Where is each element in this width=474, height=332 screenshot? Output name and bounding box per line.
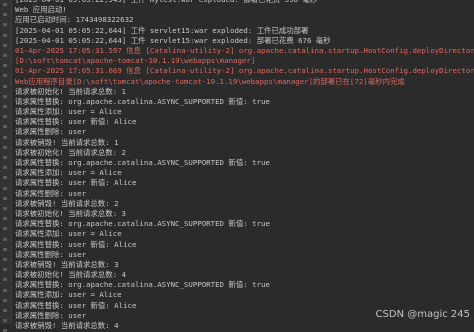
console-line: [2025-04-01 05:05:22,644] 工件 servlet15:w… <box>15 35 331 45</box>
console-line: 请求被初始化! 当前请求总数: 3 <box>15 208 126 218</box>
gutter-marker <box>3 258 7 261</box>
gutter-marker <box>3 23 7 27</box>
gutter-marker <box>3 227 7 231</box>
gutter-marker <box>3 84 7 88</box>
gutter-marker <box>3 298 7 302</box>
console-line: 请求属性删除: user <box>15 188 87 198</box>
console-line: 应用已启动时间: 1743498322632 <box>15 15 134 25</box>
console-line: 请求属性添加: user = Alice <box>15 107 122 117</box>
console-line: 请求属性替换: user 新值: Alice <box>15 239 137 249</box>
console-line: 请求属性替换: org.apache.catalina.ASYNC_SUPPOR… <box>15 219 270 229</box>
gutter-marker <box>3 278 7 282</box>
console-line: 请求被销毁! 当前请求总数: 4 <box>15 321 119 330</box>
console-line: [2025-04-01 05:05:22,644] 工件 servlet15:w… <box>15 25 309 35</box>
gutter-marker <box>3 43 7 47</box>
console-line: 请求属性删除: user <box>15 127 87 137</box>
console-gutter <box>0 0 12 332</box>
console-line: 请求属性替换: org.apache.catalina.ASYNC_SUPPOR… <box>15 96 270 106</box>
console-line: 请求被销毁! 当前请求总数: 1 <box>15 137 119 147</box>
gutter-marker <box>3 247 7 251</box>
gutter-marker <box>3 145 7 149</box>
console-line: 请求被初始化! 当前请求总数: 1 <box>15 86 126 96</box>
console-line: 请求被初始化! 当前请求总数: 4 <box>15 270 126 280</box>
gutter-marker <box>3 176 7 180</box>
console-line: 请求属性删除: user <box>15 249 87 259</box>
console-line: 请求属性替换: org.apache.catalina.ASYNC_SUPPOR… <box>15 158 270 167</box>
console-line: 请求属性添加: user = Alice <box>15 168 122 178</box>
gutter-marker <box>3 196 7 200</box>
gutter-marker <box>3 237 7 241</box>
gutter-marker <box>3 115 7 119</box>
gutter-marker <box>3 156 7 159</box>
console-line: 请求被销毁! 当前请求总数: 2 <box>15 198 119 208</box>
console-line: 请求属性替换: org.apache.catalina.ASYNC_SUPPOR… <box>15 280 270 290</box>
console-output[interactable]: [2025-04-01 05:05:22,543] 工件 mytest:war … <box>15 0 474 330</box>
console-line: 01-Apr-2025 17:05:31.597 信息 [Catalina-ut… <box>15 45 474 55</box>
console-line: 请求被销毁! 当前请求总数: 3 <box>15 259 119 269</box>
gutter-marker <box>3 135 7 139</box>
console-line: 请求属性添加: user = Alice <box>15 229 122 239</box>
console-line: 请求属性替换: user 新值: Alice <box>15 117 137 127</box>
gutter-marker <box>3 268 7 272</box>
gutter-marker <box>3 13 7 17</box>
gutter-marker <box>3 54 7 57</box>
console-line: 请求被初始化! 当前请求总数: 2 <box>15 147 126 157</box>
gutter-marker <box>3 64 7 68</box>
gutter-marker <box>3 207 7 210</box>
gutter-marker <box>3 3 7 6</box>
console-line: 01-Apr-2025 17:05:31.669 信息 [Catalina-ut… <box>15 66 474 76</box>
gutter-marker <box>3 309 7 312</box>
watermark: CSDN @magic 245 <box>375 309 470 320</box>
gutter-marker <box>3 94 7 98</box>
gutter-marker <box>3 105 7 108</box>
console-line: 请求属性替换: user 新值: Alice <box>15 178 137 188</box>
gutter-marker <box>3 217 7 221</box>
gutter-marker <box>3 33 7 37</box>
console-line: [D:\soft\tomcat\apache-tomcat-10.1.19\we… <box>15 56 256 66</box>
gutter-marker <box>3 288 7 292</box>
gutter-marker <box>3 166 7 170</box>
gutter-marker <box>3 186 7 190</box>
console-line: Web应用程序目录[D:\soft\tomcat\apache-tomcat-1… <box>15 76 405 86</box>
gutter-marker <box>3 125 7 129</box>
console-line: 请求属性添加: user = Alice <box>15 290 122 300</box>
console-line: Web 应用启动! <box>15 5 67 15</box>
gutter-marker <box>3 319 7 323</box>
gutter-marker <box>3 74 7 78</box>
